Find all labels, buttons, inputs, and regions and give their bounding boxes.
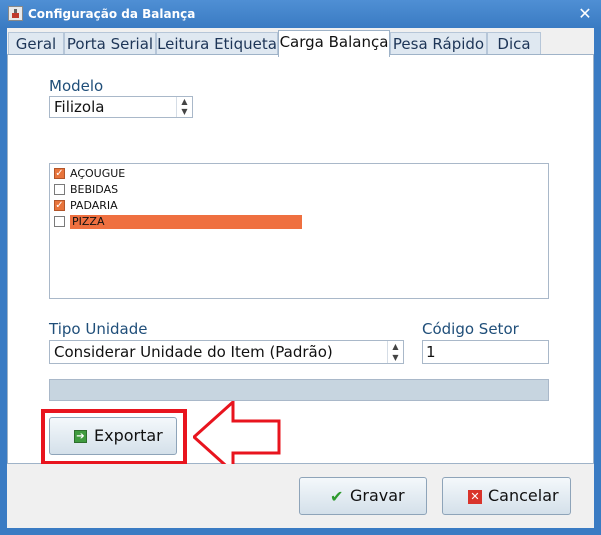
list-item-label: PIZZA — [70, 215, 302, 229]
checkbox[interactable]: ✓ — [54, 168, 65, 179]
list-item[interactable]: ✓ PADARIA — [53, 199, 543, 214]
spin-arrows-icon[interactable]: ▲ ▼ — [176, 97, 192, 117]
list-item[interactable]: ✓ AÇOUGUE — [53, 167, 543, 182]
checkbox[interactable]: ✓ — [54, 200, 65, 211]
list-item-label: BEBIDAS — [70, 183, 119, 196]
list-item[interactable]: BEBIDAS — [53, 183, 543, 198]
dialog-window: Configuração da Balança ✕ Geral Porta Se… — [0, 0, 601, 535]
tipo-unidade-value: Considerar Unidade do Item (Padrão) — [54, 343, 333, 361]
annotation-highlight-box — [41, 409, 187, 465]
tab-carga-balanca[interactable]: Carga Balança — [278, 30, 390, 57]
close-button[interactable]: ✕ — [574, 4, 596, 24]
list-item-label: PADARIA — [70, 199, 118, 212]
tab-dica[interactable]: Dica — [487, 32, 541, 55]
scale-app-icon — [8, 6, 23, 21]
checkbox[interactable] — [54, 184, 65, 195]
modelo-label: Modelo — [49, 77, 104, 95]
tipo-unidade-label: Tipo Unidade — [49, 320, 148, 338]
modelo-select[interactable]: Filizola ▲ ▼ — [49, 96, 193, 118]
left-arrow-annotation-icon — [193, 401, 281, 473]
window-title: Configuração da Balança — [28, 7, 196, 21]
dialog-footer: ✔ Gravar ✕ Cancelar — [7, 464, 594, 528]
tab-porta-serial[interactable]: Porta Serial — [64, 32, 156, 55]
tipo-unidade-select[interactable]: Considerar Unidade do Item (Padrão) ▲ ▼ — [49, 340, 404, 364]
codigo-setor-label: Código Setor — [422, 320, 519, 338]
tab-panel-carga-balanca: Modelo Filizola ▲ ▼ ✓ AÇOUGUE BEBIDAS ✓ P… — [7, 54, 594, 473]
check-icon: ✔ — [330, 487, 344, 506]
list-item-label: AÇOUGUE — [70, 167, 126, 180]
title-bar[interactable]: Configuração da Balança ✕ — [0, 0, 601, 28]
x-icon: ✕ — [468, 490, 482, 504]
dialog-body: Geral Porta Serial Leitura Etiqueta Carg… — [7, 28, 594, 528]
spin-arrows-icon[interactable]: ▲ ▼ — [387, 341, 403, 363]
list-item[interactable]: PIZZA — [53, 215, 543, 230]
tab-geral[interactable]: Geral — [8, 32, 64, 55]
checkbox[interactable] — [54, 216, 65, 227]
export-progress-bar — [49, 379, 549, 401]
tab-pesa-rapido[interactable]: Pesa Rápido — [390, 32, 487, 55]
tab-leitura-etiqueta[interactable]: Leitura Etiqueta — [156, 32, 278, 55]
modelo-value: Filizola — [54, 98, 105, 116]
cancelar-button[interactable]: ✕ Cancelar — [442, 477, 571, 515]
gravar-button[interactable]: ✔ Gravar — [299, 477, 427, 515]
cancelar-label: Cancelar — [488, 486, 559, 505]
codigo-setor-input[interactable]: 1 — [422, 340, 549, 364]
sector-checklist[interactable]: ✓ AÇOUGUE BEBIDAS ✓ PADARIA PIZZA — [49, 163, 549, 299]
gravar-label: Gravar — [350, 486, 405, 505]
